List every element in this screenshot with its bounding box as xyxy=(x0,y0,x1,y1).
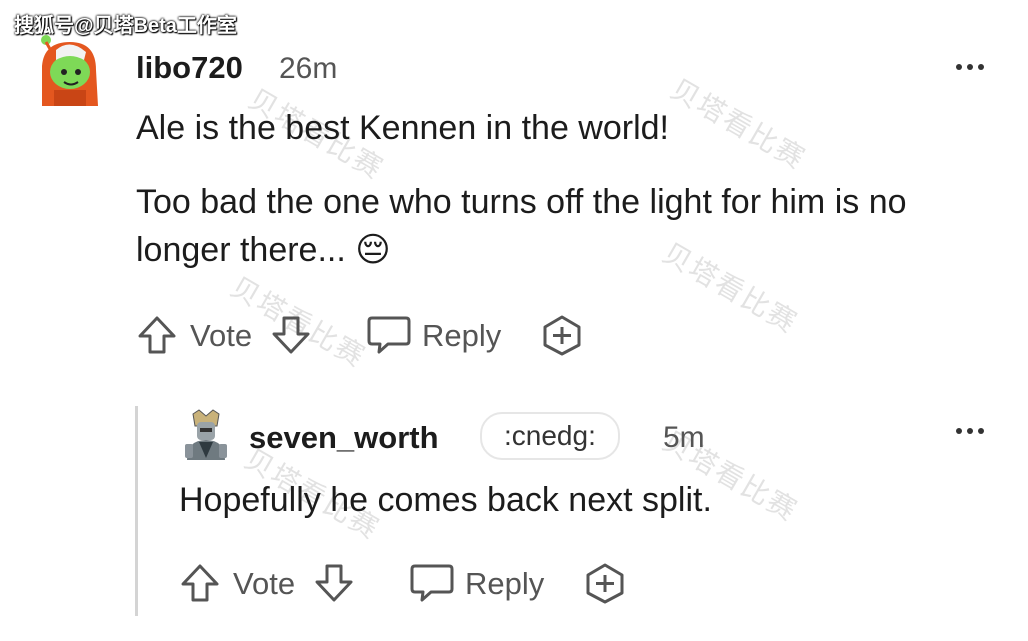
downvote-button[interactable] xyxy=(270,314,312,356)
dot-icon xyxy=(978,428,984,434)
reply-label: Reply xyxy=(422,318,502,353)
arrow-down-icon xyxy=(272,316,310,354)
dot-icon xyxy=(967,64,973,70)
armored-character-avatar-icon xyxy=(185,409,227,460)
dot-icon xyxy=(967,428,973,434)
upvote-button[interactable] xyxy=(136,314,178,356)
reply-username[interactable]: seven_worth xyxy=(249,420,439,456)
reply-button[interactable] xyxy=(366,314,412,356)
reply-reply-label: Reply xyxy=(465,566,545,601)
reply-more-options-button[interactable] xyxy=(956,428,984,434)
thread-line[interactable] xyxy=(135,406,138,616)
reply-award-button[interactable] xyxy=(583,562,627,604)
reply-downvote-button[interactable] xyxy=(313,562,355,604)
dot-icon xyxy=(956,428,962,434)
arrow-up-icon xyxy=(138,316,176,354)
snoo-avatar-icon xyxy=(41,35,98,106)
speech-bubble-icon xyxy=(410,564,454,602)
more-options-button[interactable] xyxy=(956,64,984,70)
reply-timestamp: 5m xyxy=(663,421,705,454)
vote-label: Vote xyxy=(190,318,253,353)
avatar[interactable] xyxy=(34,30,104,110)
reply-reply-button[interactable] xyxy=(409,562,455,604)
dot-icon xyxy=(978,64,984,70)
reply-text: Hopefully he comes back next split. xyxy=(179,481,712,519)
award-button[interactable] xyxy=(540,314,584,356)
speech-bubble-icon xyxy=(367,316,411,354)
arrow-down-icon xyxy=(315,564,353,602)
plus-circle-icon xyxy=(543,315,581,356)
reply-upvote-button[interactable] xyxy=(179,562,221,604)
comment-text-line-2: Too bad the one who turns off the light … xyxy=(136,183,907,269)
reply-vote-label: Vote xyxy=(233,566,296,601)
reply-avatar[interactable] xyxy=(181,408,231,464)
arrow-up-icon xyxy=(181,564,219,602)
dot-icon xyxy=(956,64,962,70)
plus-circle-icon xyxy=(586,563,624,604)
overlay-watermark: 贝塔看比赛 xyxy=(665,73,811,176)
comment-timestamp: 26m xyxy=(279,52,338,85)
user-flair: :cnedg: xyxy=(480,412,620,460)
comment-username[interactable]: libo720 xyxy=(136,50,243,86)
comment-text-line-1: Ale is the best Kennen in the world! xyxy=(136,109,669,147)
